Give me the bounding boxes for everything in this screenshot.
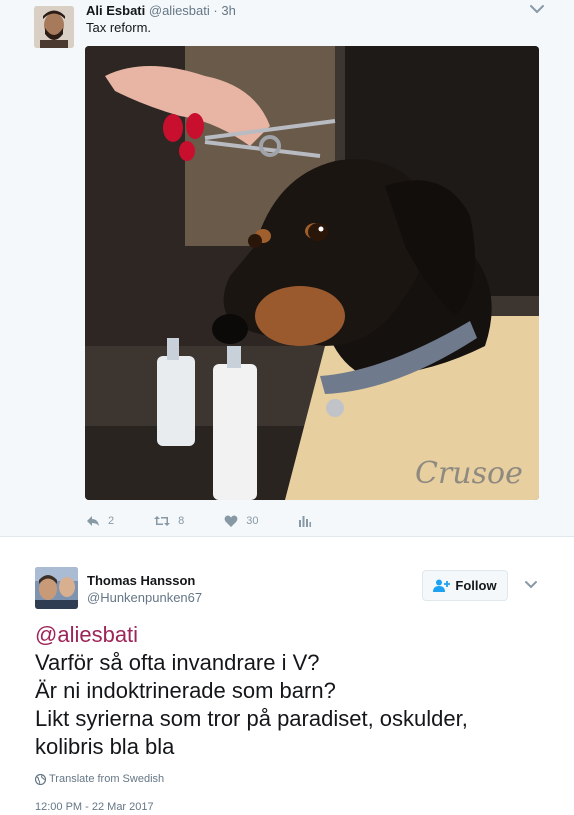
author-handle[interactable]: @Hunkenpunken67 (87, 590, 202, 605)
tweet-line: Varför så ofta invandrare i V? (35, 650, 320, 675)
analytics-action[interactable] (298, 515, 319, 527)
tweet-time[interactable]: 3h (221, 3, 235, 18)
avatar[interactable] (34, 6, 74, 48)
retweet-action[interactable]: 8 (154, 515, 184, 527)
reply-count: 2 (108, 515, 115, 527)
tweet-text: @aliesbati Varför så ofta invandrare i V… (35, 621, 555, 761)
tweet-line: Är ni indoktrinerade som barn? (35, 678, 336, 703)
translate-label: Translate from Swedish (49, 773, 165, 785)
avatar[interactable] (35, 567, 78, 609)
tweet-timestamp[interactable]: 12:00 PM - 22 Mar 2017 (35, 801, 154, 813)
mention-link[interactable]: @aliesbati (35, 621, 555, 649)
globe-icon (35, 773, 46, 785)
add-user-icon (433, 579, 451, 592)
photo-watermark: Crusoe (415, 456, 523, 491)
author-name[interactable]: Ali Esbati (86, 3, 145, 18)
tweet-text: Tax reform. (86, 20, 152, 35)
like-action[interactable]: 30 (224, 515, 259, 527)
chevron-down-icon[interactable] (528, 2, 546, 16)
tweet-line: Likt syrierna som tror på paradiset, osk… (35, 706, 468, 731)
retweet-count: 8 (178, 515, 185, 527)
translate-link[interactable]: Translate from Swedish (35, 773, 164, 785)
tweet-photo[interactable]: Crusoe (85, 46, 539, 500)
heart-icon (224, 515, 238, 527)
follow-button[interactable]: Follow (422, 570, 508, 601)
analytics-icon (298, 516, 311, 527)
follow-label: Follow (455, 578, 497, 593)
quoted-tweet: Ali Esbati @aliesbati · 3h Tax reform. C… (0, 0, 574, 537)
retweet-icon (154, 516, 171, 526)
tweet-line: kolibris bla bla (35, 734, 175, 759)
tweet-actions: 2 8 30 (86, 512, 359, 530)
chevron-down-icon[interactable] (523, 578, 539, 592)
reply-action[interactable]: 2 (86, 515, 114, 527)
reply-icon (87, 516, 99, 526)
author-name[interactable]: Thomas Hansson (87, 573, 195, 588)
author-handle[interactable]: @aliesbati (149, 3, 210, 18)
tweet-header: Ali Esbati @aliesbati · 3h (86, 3, 236, 18)
like-count: 30 (246, 515, 259, 527)
